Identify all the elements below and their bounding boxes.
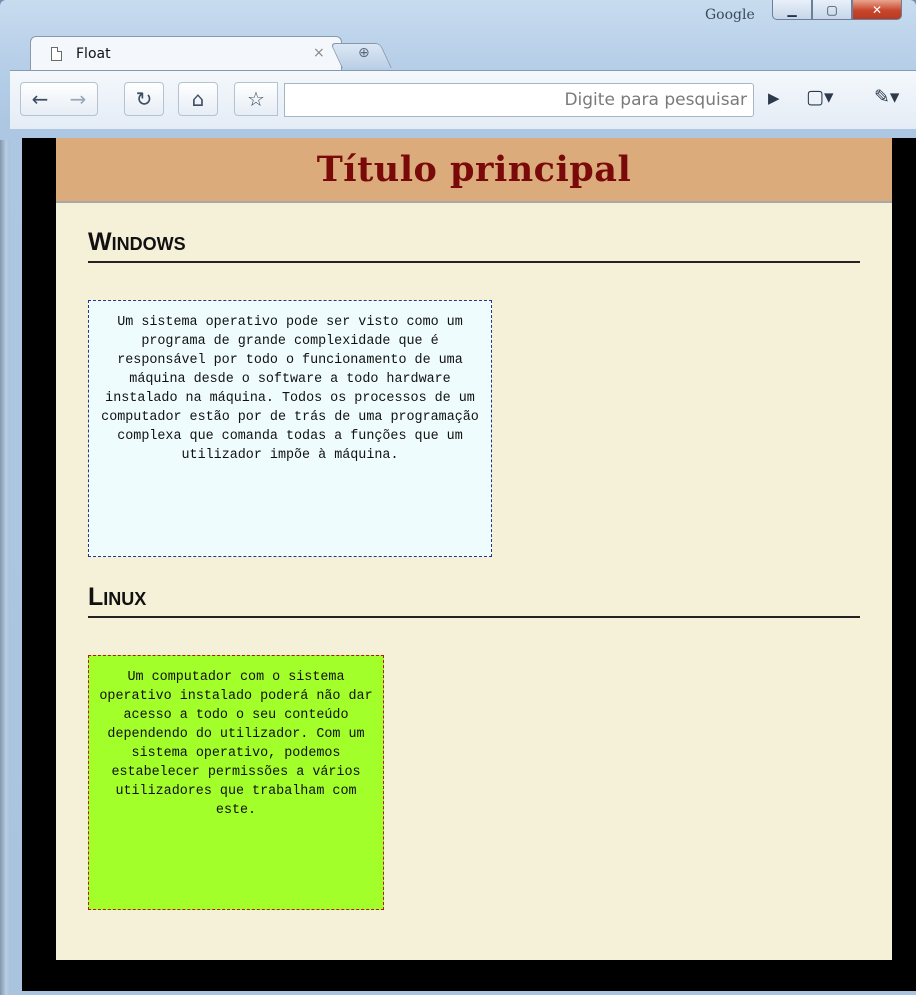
forward-arrow-icon[interactable]: →	[70, 87, 87, 111]
reload-button[interactable]: ↻	[124, 82, 164, 116]
bookmark-star-button[interactable]: ☆	[234, 82, 278, 116]
maximize-icon: ▢	[826, 2, 838, 17]
windows-text-box: Um sistema operativo pode ser visto como…	[88, 300, 492, 557]
page-content: Título principal Windows Um sistema oper…	[56, 138, 892, 960]
section-heading-windows: Windows	[88, 228, 860, 263]
section-heading-linux: Linux	[88, 583, 860, 618]
omnibox-placeholder: Digite para pesquisar	[564, 90, 747, 110]
page-title: Título principal	[316, 149, 632, 190]
page-header: Título principal	[56, 138, 892, 203]
browser-brand: Google	[705, 7, 755, 23]
tab-title: Float	[76, 46, 111, 62]
page-viewport: Título principal Windows Um sistema oper…	[22, 138, 916, 991]
wrench-menu-icon[interactable]: ✎▾	[874, 86, 899, 108]
home-icon: ⌂	[191, 87, 205, 111]
maximize-button[interactable]: ▢	[812, 0, 852, 20]
linux-text-box: Um computador com o sistema operativo in…	[88, 655, 384, 910]
tab-float[interactable]: Float ×	[30, 36, 342, 70]
browser-toolbar: ← → ↻ ⌂ ☆ Digite para pesquisar ▶ ▢▾ ✎▾	[10, 70, 916, 129]
home-button[interactable]: ⌂	[178, 82, 218, 116]
window-controls: ▁ ▢ ✕	[772, 0, 902, 22]
go-arrow-icon[interactable]: ▶	[768, 89, 780, 107]
tab-close-button[interactable]: ×	[313, 45, 325, 61]
minimize-button[interactable]: ▁	[772, 0, 812, 20]
page-menu-icon[interactable]: ▢▾	[806, 86, 834, 108]
close-window-button[interactable]: ✕	[852, 0, 902, 20]
page-icon	[51, 47, 62, 61]
new-tab-icon: ⊕	[358, 45, 370, 61]
close-icon: ✕	[871, 2, 883, 17]
reload-icon: ↻	[135, 87, 153, 111]
star-icon: ☆	[247, 87, 265, 111]
window-left-edge	[0, 140, 10, 995]
minimize-icon: ▁	[787, 2, 797, 17]
omnibox[interactable]: Digite para pesquisar	[284, 83, 754, 117]
back-arrow-icon[interactable]: ←	[32, 87, 49, 111]
back-forward-group: ← →	[20, 82, 98, 116]
